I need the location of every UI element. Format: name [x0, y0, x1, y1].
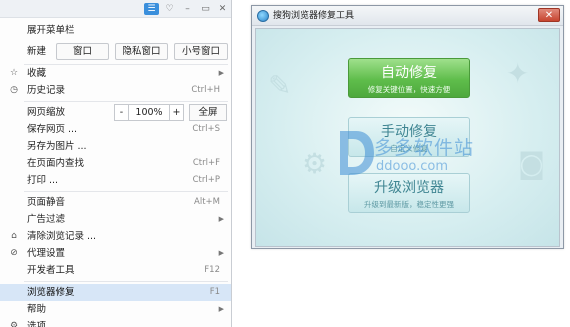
gear-icon: ⚙: [9, 321, 19, 327]
menu-item-label: 历史记录: [27, 85, 66, 96]
menu-item-label: 页面静音: [27, 197, 66, 208]
upgrade-browser-subtitle: 升级到最新版，稳定性更强: [364, 200, 454, 209]
camera-icon: ◙: [518, 147, 546, 180]
auto-repair-title: 自动修复: [381, 65, 437, 81]
minimize-icon[interactable]: –: [180, 3, 195, 15]
menu-item-proxy[interactable]: ⊘ 代理设置 ▶: [0, 245, 231, 262]
browser-main-menu: ☰ ♡ – ▭ ✕ 展开菜单栏 新建 窗口 隐私窗口 小号窗口 ☆ 收藏 ▶ ◷…: [0, 0, 232, 327]
menu-divider: [24, 101, 228, 102]
app-icon: [257, 10, 269, 22]
menu-item-clear-history[interactable]: ⌂ 清除浏览记录 ...: [0, 228, 231, 245]
menu-item-label: 另存为图片 ...: [27, 141, 87, 152]
menu-item-label: 清除浏览记录 ...: [27, 231, 97, 242]
menu-item-browser-repair[interactable]: 浏览器修复 F1: [0, 284, 231, 301]
menu-item-print[interactable]: 打印 ... Ctrl+P: [0, 172, 231, 189]
star-icon: ☆: [9, 68, 19, 78]
window-close-button[interactable]: ✕: [538, 8, 560, 22]
settings-icon: ⚙: [302, 147, 328, 180]
watermark-text-cn: 多多软件站: [374, 137, 475, 159]
lock-icon: ⌂: [11, 231, 17, 241]
menu-item-label: 在页面内查找: [27, 158, 85, 169]
zoom-in-button[interactable]: +: [169, 105, 183, 120]
new-window-button[interactable]: 窗口: [56, 43, 109, 60]
new-label: 新建: [27, 46, 47, 57]
menu-item-label: 帮助: [27, 304, 47, 315]
skin-icon[interactable]: ♡: [162, 3, 177, 15]
menu-item-mute[interactable]: 页面静音 Alt+M: [0, 194, 231, 211]
menu-divider: [24, 281, 228, 282]
watermark-logo-icon: [340, 131, 374, 175]
auto-repair-button[interactable]: 自动修复 修复关键位置，快速方便: [348, 58, 470, 98]
zoom-out-button[interactable]: -: [115, 105, 129, 120]
new-alt-account-window-button[interactable]: 小号窗口: [174, 43, 228, 60]
shortcut-label: Alt+M: [194, 197, 220, 207]
menu-item-label: 展开菜单栏: [27, 25, 75, 36]
shortcut-label: Ctrl+S: [192, 124, 220, 134]
chevron-right-icon: ▶: [218, 69, 224, 77]
zoom-control: - 100% +: [114, 104, 184, 121]
menu-item-label: 代理设置: [27, 248, 66, 259]
menu-item-label: 浏览器修复: [27, 287, 75, 298]
watermark: 多多软件站 ddooo.com: [334, 127, 504, 187]
gear-icon: ✦: [506, 57, 530, 90]
wrench-icon: ✎: [268, 69, 292, 102]
menu-item-save-as-image[interactable]: 另存为图片 ...: [0, 138, 231, 155]
menu-item-help[interactable]: 帮助 ▶: [0, 301, 231, 318]
chevron-right-icon: ▶: [218, 249, 224, 257]
menu-item-label: 收藏: [27, 68, 47, 79]
fullscreen-button[interactable]: 全屏: [189, 104, 227, 121]
shortcut-label: F1: [209, 287, 220, 297]
menu-item-label: 打印 ...: [27, 175, 59, 186]
menu-icon[interactable]: ☰: [144, 3, 159, 15]
menu-item-label: 网页缩放: [27, 107, 66, 118]
menu-item-label: 广告过滤: [27, 214, 66, 225]
maximize-icon[interactable]: ▭: [198, 3, 213, 15]
menu-item-ad-filter[interactable]: 广告过滤 ▶: [0, 211, 231, 228]
shortcut-label: Ctrl+H: [191, 85, 220, 95]
watermark-text-en: ddooo.com: [376, 159, 449, 174]
menu-item-label: 选项: [27, 321, 47, 327]
menu-item-favorites[interactable]: ☆ 收藏 ▶: [0, 65, 231, 82]
shortcut-label: Ctrl+F: [192, 158, 220, 168]
shortcut-label: F12: [204, 265, 220, 275]
auto-repair-subtitle: 修复关键位置，快速方便: [367, 85, 451, 94]
menu-item-history[interactable]: ◷ 历史记录 Ctrl+H: [0, 82, 231, 99]
menu-divider: [24, 191, 228, 192]
link-icon: ⊘: [10, 248, 18, 258]
menu-item-devtools[interactable]: 开发者工具 F12: [0, 262, 231, 279]
new-private-window-button[interactable]: 隐私窗口: [115, 43, 168, 60]
menu-item-find[interactable]: 在页面内查找 Ctrl+F: [0, 155, 231, 172]
clock-icon: ◷: [10, 85, 18, 95]
close-icon[interactable]: ✕: [215, 3, 230, 15]
menu-item-label: 保存网页 ...: [27, 124, 78, 135]
menu-item-label: 开发者工具: [27, 265, 75, 276]
zoom-value: 100%: [135, 107, 163, 118]
menu-item-expand-menubar[interactable]: 展开菜单栏: [0, 22, 231, 39]
chevron-right-icon: ▶: [218, 215, 224, 223]
menu-item-save-page[interactable]: 保存网页 ... Ctrl+S: [0, 121, 231, 138]
chevron-right-icon: ▶: [218, 305, 224, 313]
menu-item-options[interactable]: ⚙ 选项: [0, 318, 231, 327]
window-titlebar[interactable]: 搜狗浏览器修复工具 ✕: [252, 6, 563, 26]
menu-topbar: ☰ ♡ – ▭ ✕: [0, 0, 231, 18]
window-title: 搜狗浏览器修复工具: [273, 11, 355, 21]
shortcut-label: Ctrl+P: [192, 175, 220, 185]
